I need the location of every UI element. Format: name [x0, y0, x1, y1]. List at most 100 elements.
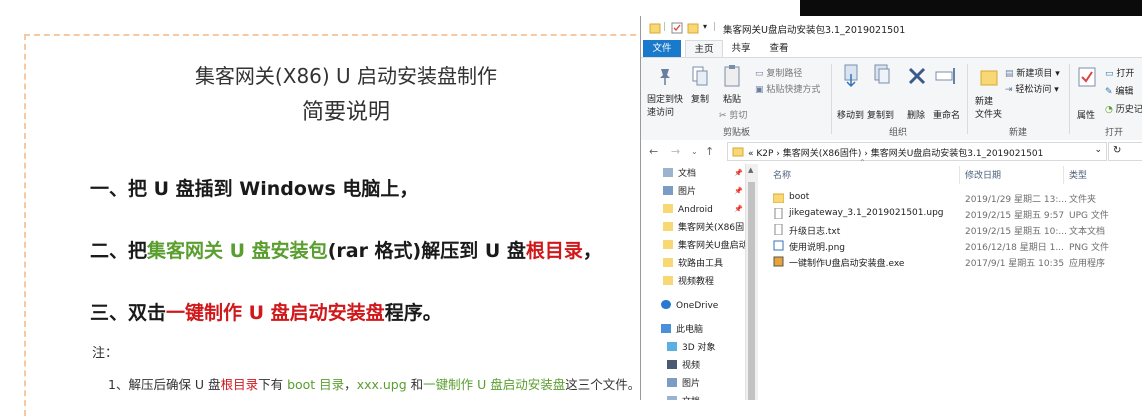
- up-arrow-icon[interactable]: ↑: [705, 145, 714, 158]
- documents-icon: [667, 396, 677, 400]
- edit-button[interactable]: ✎ 编辑: [1105, 84, 1133, 97]
- back-arrow-icon[interactable]: ←: [649, 145, 658, 158]
- new-folder-quick-icon[interactable]: [687, 22, 699, 34]
- file-type: 文本文档: [1069, 227, 1106, 237]
- file-date: 2017/9/1 星期五 10:35: [965, 259, 1065, 269]
- nav-item[interactable]: 此电脑: [661, 322, 703, 338]
- file-date: 2019/2/15 星期五 9:57: [965, 211, 1065, 221]
- file-name: boot: [789, 192, 810, 202]
- folder-icon: [663, 258, 673, 267]
- copy-path-button[interactable]: ▭ 复制路径: [755, 66, 802, 79]
- pin-icon: 📌: [734, 205, 743, 213]
- nav-item[interactable]: 视频: [667, 358, 700, 374]
- address-dropdown-icon[interactable]: ⌄: [1094, 145, 1102, 155]
- delete-icon: [908, 67, 926, 85]
- nav-item[interactable]: 3D 对象: [667, 340, 716, 356]
- column-header-date[interactable]: 修改日期: [965, 168, 1001, 181]
- nav-item[interactable]: 文档: [663, 166, 696, 182]
- paste-shortcut-button[interactable]: ▣ 粘贴快捷方式: [755, 82, 820, 95]
- new-folder-button[interactable]: 新建 文件夹: [975, 94, 1002, 120]
- properties-check-icon[interactable]: [671, 22, 683, 34]
- tab-share[interactable]: 共享: [723, 40, 759, 57]
- tab-home[interactable]: 主页: [685, 40, 723, 57]
- nav-item[interactable]: 集客网关(X86固: [663, 220, 744, 236]
- copy-button[interactable]: 复制: [691, 92, 709, 105]
- folder-icon: [649, 23, 661, 34]
- move-to-button[interactable]: 移动到: [837, 108, 864, 121]
- nav-item-label: 文档: [678, 169, 697, 179]
- nav-item-label: Android: [678, 205, 713, 215]
- navigation-pane[interactable]: 文档 📌 图片 📌 Android 📌 集客网关(X86固 集客网关U盘启动 软路由工具 视频教程…: [641, 164, 759, 400]
- file-row[interactable]: 一键制作U盘启动安装盘.exe 2017/9/1 星期五 10:35 应用程序: [761, 254, 1142, 270]
- new-folder-icon: [980, 70, 998, 86]
- column-separator: [959, 166, 960, 184]
- cut-button[interactable]: ✂ 剪切: [719, 108, 747, 121]
- column-header-type[interactable]: 类型: [1069, 168, 1087, 181]
- new-folder-label: 新建: [975, 97, 994, 107]
- folder-icon: [663, 204, 673, 213]
- easy-access-button[interactable]: ⇥ 轻松访问 ▾: [1005, 82, 1059, 95]
- note-highlight-green: boot 目录: [287, 377, 345, 392]
- delete-button[interactable]: 删除: [907, 108, 925, 121]
- navigation-pane-scrollbar[interactable]: ▲: [745, 164, 758, 400]
- separator-icon: |: [713, 22, 717, 32]
- nav-item[interactable]: 图片: [663, 184, 696, 200]
- note-highlight-green: xxx.upg: [356, 377, 407, 392]
- scissors-icon: ✂: [719, 111, 727, 121]
- note-line-1: 1、解压后确保 U 盘根目录下有 boot 目录，xxx.upg 和一键制作 U…: [108, 374, 640, 393]
- forward-arrow-icon[interactable]: →: [671, 145, 680, 158]
- video-icon: [667, 360, 677, 369]
- customize-toolbar-icon[interactable]: ▾: [703, 22, 707, 34]
- file-row[interactable]: jikegateway_3.1_2019021501.upg 2019/2/15 …: [761, 206, 1142, 222]
- edit-icon: ✎: [1105, 87, 1113, 97]
- breadcrumb[interactable]: « K2P › 集客网关(X86固件) › 集客网关U盘启动安装包3.1_201…: [748, 146, 1043, 159]
- recent-locations-icon[interactable]: ⌄: [691, 147, 698, 156]
- exe-icon: [773, 256, 784, 267]
- file-name: 一键制作U盘启动安装盘.exe: [789, 259, 905, 269]
- scrollbar-thumb[interactable]: [748, 182, 755, 400]
- clipboard-group-label: 剪贴板: [723, 128, 751, 138]
- tab-file[interactable]: 文件: [643, 40, 681, 57]
- open-group-label: 打开: [1105, 128, 1124, 138]
- step-3-highlight-red: 一键制作 U 盘启动安装盘: [166, 302, 385, 324]
- nav-item[interactable]: 视频教程: [663, 274, 714, 290]
- copy-to-button[interactable]: 复制到: [867, 108, 894, 121]
- open-button[interactable]: ▭ 打开: [1105, 66, 1134, 79]
- file-row[interactable]: 使用说明.png 2016/12/18 星期日 1... PNG 文件: [761, 238, 1142, 254]
- file-explorer-window[interactable]: | ▾ | 集客网关U盘启动安装包3.1_2019021501 文件 主页 共享…: [640, 16, 1142, 400]
- file-row[interactable]: 升级日志.txt 2019/2/15 星期五 10:... 文本文档: [761, 222, 1142, 238]
- pictures-icon: [667, 378, 677, 387]
- file-type: 文件夹: [1069, 195, 1097, 205]
- nav-item[interactable]: 软路由工具: [663, 256, 723, 272]
- pin-icon: 📌: [734, 169, 743, 177]
- file-list[interactable]: ⌃ 名称 修改日期 类型 boot 2019/1/29 星期二 13:... 文件夹…: [761, 158, 1142, 400]
- nav-item[interactable]: Android: [663, 202, 713, 218]
- address-bar[interactable]: « K2P › 集客网关(X86固件) › 集客网关U盘启动安装包3.1_201…: [727, 142, 1107, 161]
- tab-view[interactable]: 查看: [761, 40, 797, 57]
- ribbon-tabs: 文件 主页 共享 查看: [641, 40, 1142, 57]
- folder-icon: [732, 147, 744, 157]
- ribbon-home: 固定到快 速访问 复制 粘贴 ▭ 复制路径 ▣ 粘贴快捷方式 ✂ 剪切 剪贴板 移…: [641, 57, 1142, 141]
- title-bar[interactable]: | ▾ | 集客网关U盘启动安装包3.1_2019021501: [641, 16, 1142, 40]
- column-header-name[interactable]: 名称: [773, 168, 791, 181]
- nav-item[interactable]: 集客网关U盘启动: [663, 238, 748, 254]
- file-row[interactable]: boot 2019/1/29 星期二 13:... 文件夹: [761, 190, 1142, 206]
- rename-button[interactable]: 重命名: [933, 108, 960, 121]
- nav-item[interactable]: 图片: [667, 376, 700, 392]
- properties-icon: [1078, 67, 1096, 87]
- scroll-up-icon[interactable]: ▲: [748, 166, 753, 174]
- new-item-button[interactable]: ▤ 新建项目 ▾: [1005, 66, 1060, 79]
- properties-button[interactable]: 属性: [1077, 108, 1095, 121]
- nav-item[interactable]: OneDrive: [661, 298, 718, 314]
- pin-quick-access-button[interactable]: 固定到快 速访问: [647, 92, 683, 118]
- refresh-button[interactable]: ↻: [1108, 142, 1142, 161]
- nav-item-label: 3D 对象: [682, 343, 716, 353]
- history-icon: ◔: [1105, 105, 1113, 115]
- folder-icon: [663, 222, 673, 231]
- paste-button[interactable]: 粘贴: [723, 92, 741, 105]
- image-file-icon: [773, 240, 784, 251]
- history-button[interactable]: ◔ 历史记: [1105, 102, 1142, 115]
- nav-item[interactable]: 文档: [667, 394, 700, 400]
- computer-icon: [661, 324, 671, 333]
- step-2-highlight-red: 根目录: [525, 240, 583, 262]
